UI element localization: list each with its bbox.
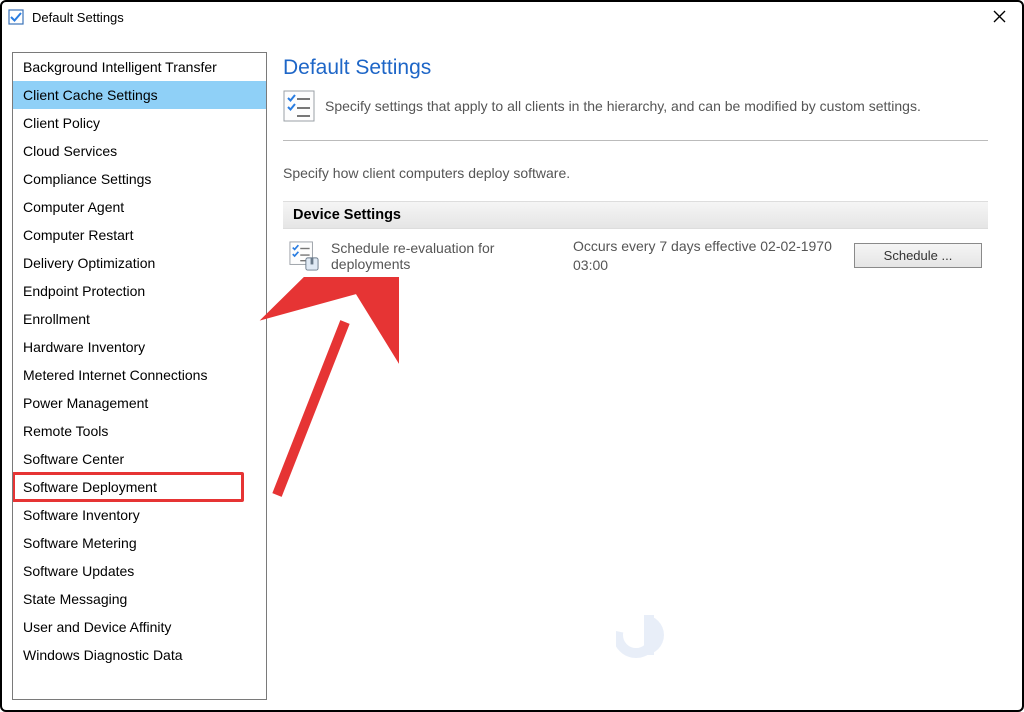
sidebar-item-state-messaging[interactable]: State Messaging [13, 585, 266, 613]
page-title: Default Settings [283, 56, 988, 80]
sidebar-item-client-cache-settings[interactable]: Client Cache Settings [13, 81, 266, 109]
titlebar: Default Settings [2, 2, 1022, 32]
divider [283, 140, 988, 141]
content-panel: Default Settings Specify settings that a… [279, 52, 1012, 700]
sidebar-item-bits[interactable]: Background Intelligent Transfer [13, 53, 266, 81]
sidebar-item-software-updates[interactable]: Software Updates [13, 557, 266, 585]
watermark-icon [616, 605, 676, 670]
close-icon[interactable] [983, 2, 1016, 32]
sidebar-item-computer-agent[interactable]: Computer Agent [13, 193, 266, 221]
app-icon [8, 9, 24, 25]
section-subtext: Specify how client computers deploy soft… [283, 165, 988, 181]
sidebar-item-endpoint-protection[interactable]: Endpoint Protection [13, 277, 266, 305]
sidebar-item-compliance-settings[interactable]: Compliance Settings [13, 165, 266, 193]
sidebar-item-label: Software Deployment [23, 479, 157, 495]
setting-row: Schedule re-evaluation for deployments O… [283, 229, 988, 283]
sidebar-item-power-management[interactable]: Power Management [13, 389, 266, 417]
schedule-icon [289, 241, 319, 271]
sidebar-item-user-device-affinity[interactable]: User and Device Affinity [13, 613, 266, 641]
sidebar-item-computer-restart[interactable]: Computer Restart [13, 221, 266, 249]
sidebar-item-software-center[interactable]: Software Center [13, 445, 266, 473]
window-frame: Default Settings Background Intelligent … [0, 0, 1024, 712]
section-header: Device Settings [283, 201, 988, 229]
intro-text: Specify settings that apply to all clien… [325, 98, 921, 114]
sidebar-item-windows-diagnostic-data[interactable]: Windows Diagnostic Data [13, 641, 266, 669]
checklist-icon [283, 90, 315, 122]
sidebar-item-client-policy[interactable]: Client Policy [13, 109, 266, 137]
schedule-button[interactable]: Schedule ... [854, 243, 982, 268]
setting-label: Schedule re-evaluation for deployments [331, 240, 561, 272]
window-title: Default Settings [32, 10, 124, 25]
sidebar-item-software-metering[interactable]: Software Metering [13, 529, 266, 557]
intro-row: Specify settings that apply to all clien… [283, 90, 988, 122]
sidebar-item-software-deployment[interactable]: Software Deployment [13, 473, 266, 501]
sidebar-item-software-inventory[interactable]: Software Inventory [13, 501, 266, 529]
setting-value: Occurs every 7 days effective 02-02-1970… [573, 237, 842, 275]
category-sidebar: Background Intelligent Transfer Client C… [12, 52, 267, 700]
annotation-arrow [259, 277, 399, 507]
sidebar-item-metered-internet[interactable]: Metered Internet Connections [13, 361, 266, 389]
sidebar-item-enrollment[interactable]: Enrollment [13, 305, 266, 333]
sidebar-item-hardware-inventory[interactable]: Hardware Inventory [13, 333, 266, 361]
sidebar-item-delivery-optimization[interactable]: Delivery Optimization [13, 249, 266, 277]
sidebar-item-remote-tools[interactable]: Remote Tools [13, 417, 266, 445]
sidebar-item-cloud-services[interactable]: Cloud Services [13, 137, 266, 165]
